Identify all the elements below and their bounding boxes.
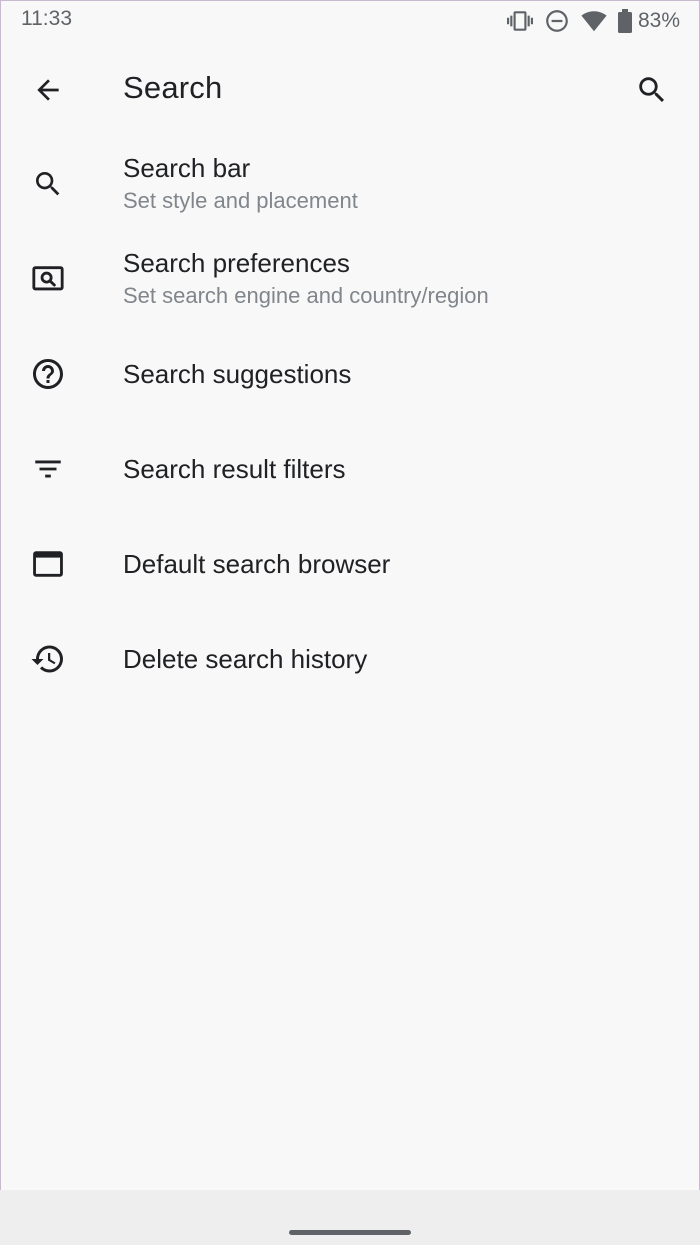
help-circle-icon xyxy=(24,350,72,398)
browser-window-icon xyxy=(24,540,72,588)
top-app-bar: Search xyxy=(0,44,700,134)
screen-search-icon xyxy=(24,255,72,303)
gesture-handle[interactable] xyxy=(289,1230,411,1235)
list-item-search-bar[interactable]: Search bar Set style and placement xyxy=(0,136,700,231)
filter-icon xyxy=(24,445,72,493)
search-icon xyxy=(635,73,669,107)
battery-percent: 83% xyxy=(637,9,680,32)
wifi-icon xyxy=(581,8,607,34)
status-icons: 83% xyxy=(496,8,680,34)
navigation-bar xyxy=(0,1190,700,1245)
list-item-delete-search-history[interactable]: Delete search history xyxy=(0,611,700,706)
page-title: Search xyxy=(123,70,223,105)
list-item-title: Search preferences xyxy=(123,247,350,278)
settings-list: Search bar Set style and placement Searc… xyxy=(0,136,700,706)
history-icon xyxy=(24,635,72,683)
vibrate-icon xyxy=(506,8,533,34)
list-item-title: Default search browser xyxy=(123,548,391,579)
list-item-subtitle: Set style and placement xyxy=(123,187,358,213)
list-item-title: Search bar xyxy=(123,152,251,183)
list-item-title: Search result filters xyxy=(123,453,346,484)
list-item-search-preferences[interactable]: Search preferences Set search engine and… xyxy=(0,231,700,326)
list-item-search-result-filters[interactable]: Search result filters xyxy=(0,421,700,516)
status-time: 11:33 xyxy=(21,7,72,30)
list-item-title: Search suggestions xyxy=(123,358,352,389)
back-button[interactable] xyxy=(24,66,72,114)
battery-icon xyxy=(616,8,634,34)
do-not-disturb-icon xyxy=(544,8,570,34)
list-item-search-suggestions[interactable]: Search suggestions xyxy=(0,326,700,421)
arrow-back-icon xyxy=(32,74,64,106)
search-icon xyxy=(24,160,72,208)
search-button[interactable] xyxy=(628,66,676,114)
list-item-default-search-browser[interactable]: Default search browser xyxy=(0,516,700,611)
list-item-subtitle: Set search engine and country/region xyxy=(123,282,489,308)
list-item-title: Delete search history xyxy=(123,643,368,674)
status-bar: 11:33 83% xyxy=(0,0,700,44)
